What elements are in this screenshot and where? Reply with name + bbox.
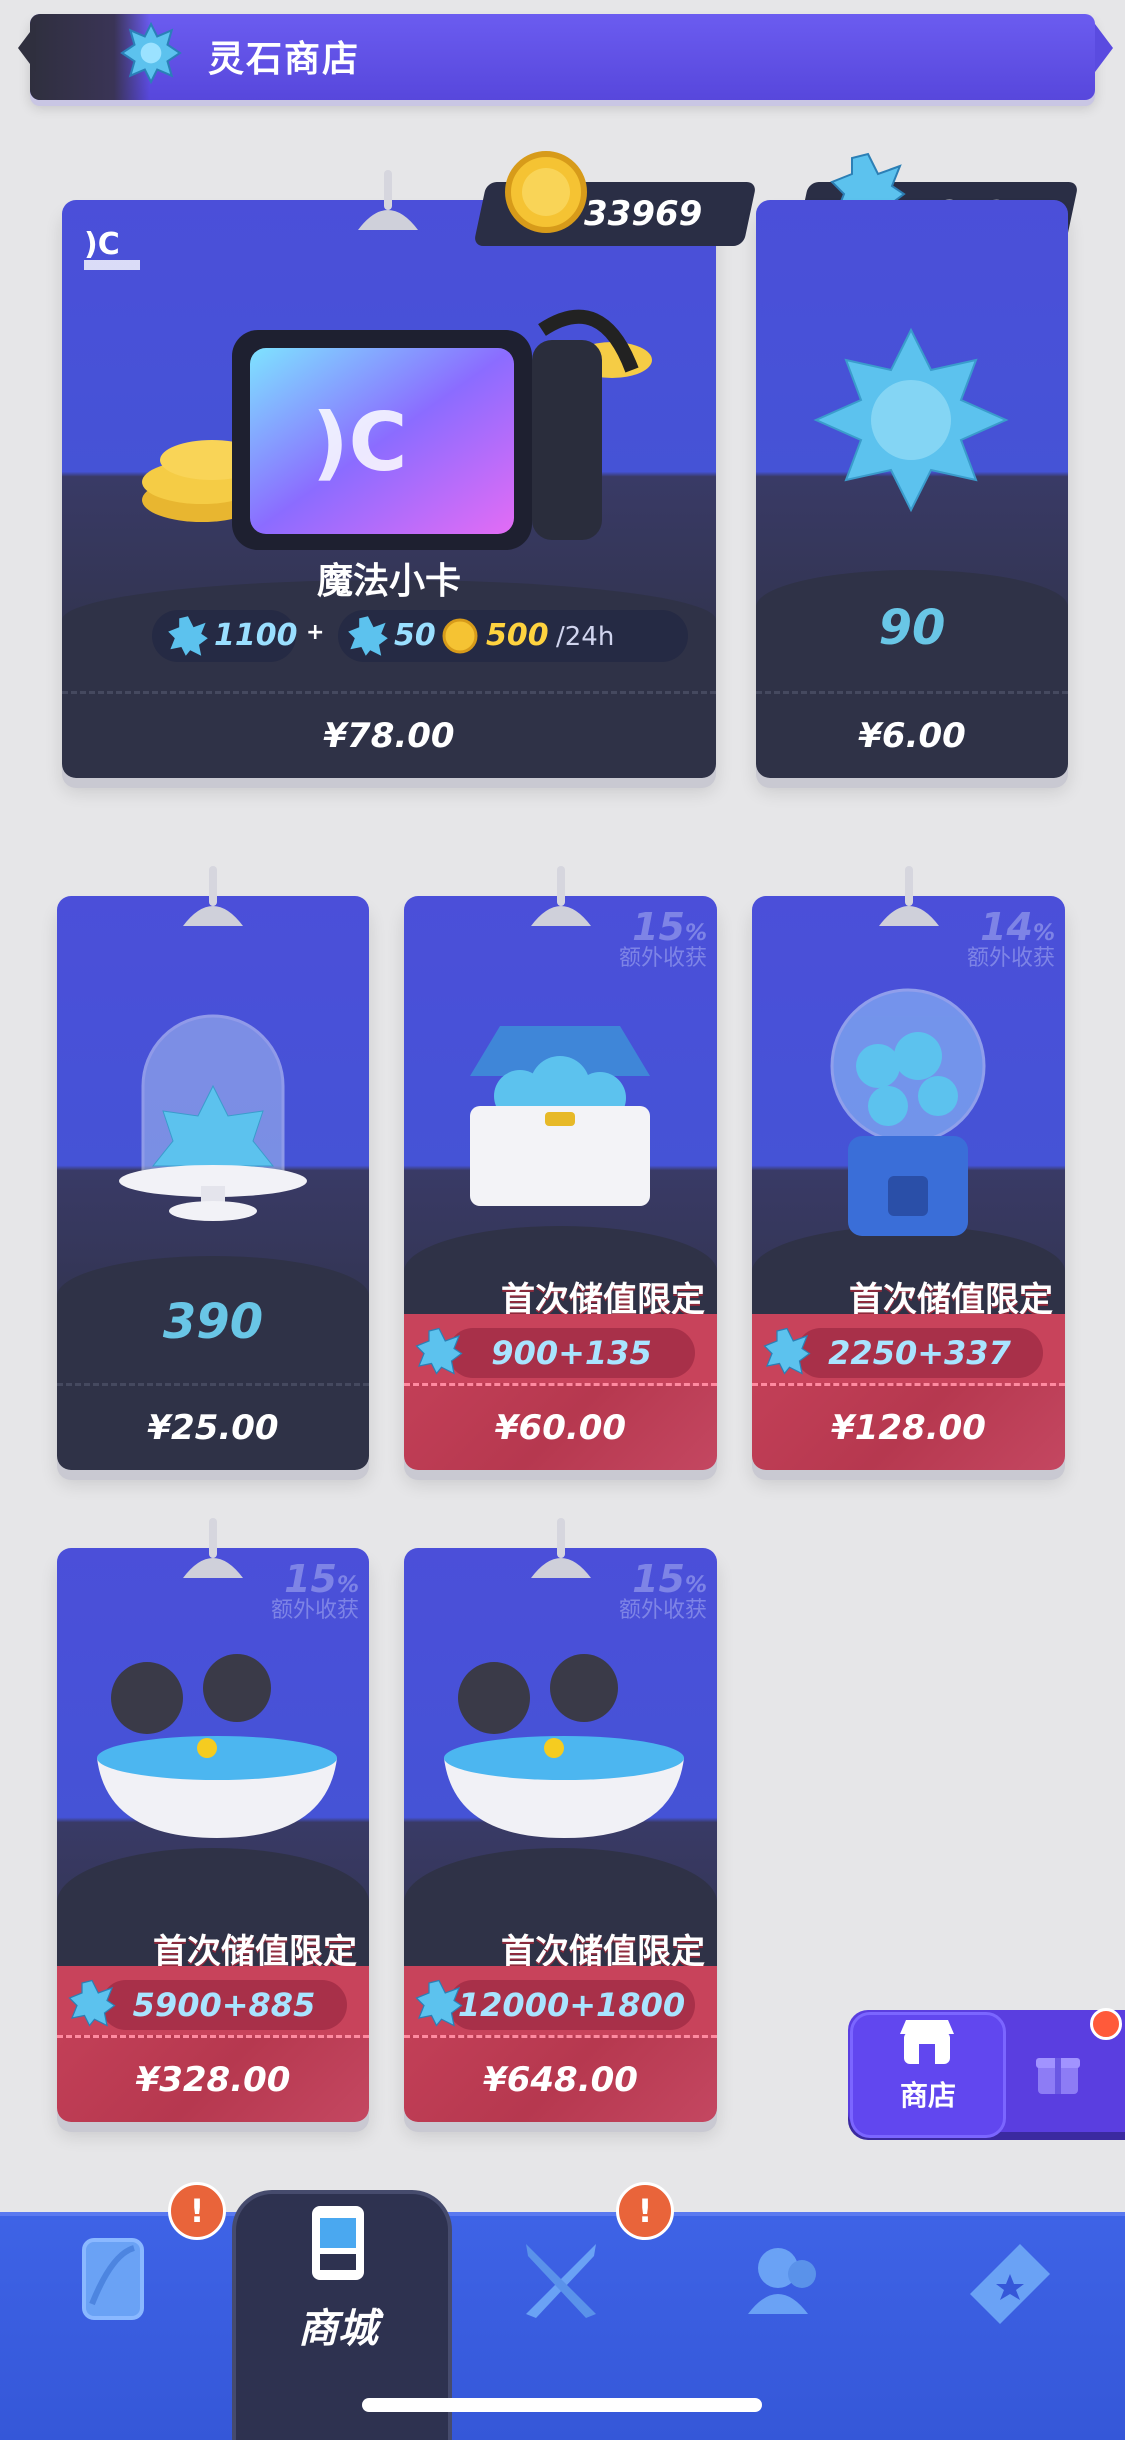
price-label: ¥6.00: [756, 691, 1068, 778]
gem-bathtub-illustration: [444, 1654, 684, 1838]
page-title: 灵石商店: [208, 39, 361, 80]
bonus-badge: 15% 额外收获: [618, 1557, 707, 1623]
offer-amount: 5900+885: [101, 1980, 347, 2030]
gem-icon: [68, 1979, 116, 2027]
price-label: ¥128.00: [752, 1383, 1065, 1470]
hanger-clip-icon: [531, 866, 591, 926]
notification-dot: [1090, 2008, 1122, 2040]
daus-logo-icon: )C: [84, 227, 140, 270]
product-card-390[interactable]: 390 ¥25.00: [57, 896, 369, 1470]
shop-tab-label: 商店: [899, 2079, 956, 2112]
gem-icon: [415, 1979, 463, 2027]
offer-amount: 900+135: [448, 1328, 695, 1378]
price-label: ¥78.00: [62, 691, 716, 778]
daily-gem-amount: 50: [394, 618, 436, 653]
bonus-badge: 15% 额外收获: [270, 1557, 359, 1623]
shop-header-banner: [30, 14, 1095, 100]
gem-gumball-machine-illustration: [830, 988, 986, 1236]
bonus-badge: 14% 额外收获: [966, 905, 1055, 971]
product-card-12000[interactable]: 15% 额外收获 首次储值限定 12000+1800 ¥648.00: [404, 1548, 717, 2122]
coin-icon: [505, 151, 587, 233]
hanger-clip-icon: [358, 170, 418, 230]
product-card-90[interactable]: 90 ¥6.00: [756, 200, 1068, 778]
nav-alert-badge: !: [168, 2182, 226, 2240]
price-label: ¥328.00: [57, 2035, 369, 2122]
plus-sign: +: [306, 620, 325, 645]
hanger-clip-icon: [879, 866, 939, 926]
offer-amount: 2250+337: [796, 1328, 1043, 1378]
daily-coin-amount: 500: [486, 618, 549, 653]
gem-icon: [763, 1327, 811, 1375]
nav-tab-mall-label: 商城: [298, 2306, 378, 2352]
gem-amount: 390: [162, 1294, 264, 1350]
svg-text:)C: )C: [84, 227, 120, 262]
coin-icon: [442, 618, 478, 654]
magic-card-device-illustration: )C: [142, 309, 652, 550]
price-label: ¥648.00: [404, 2035, 717, 2122]
gem-icon: [168, 616, 208, 656]
friends-icon[interactable]: [740, 2234, 830, 2324]
ticket-icon[interactable]: [960, 2234, 1060, 2324]
coin-balance: 33969: [584, 194, 703, 234]
nav-alert-badge: !: [616, 2182, 674, 2240]
bonus-badge: 15% 额外收获: [618, 905, 707, 971]
price-label: ¥25.00: [57, 1383, 369, 1470]
product-card-magic-card[interactable]: )C )C 魔法小卡 1100 + 50 500 /24h ¥78.00: [62, 200, 716, 778]
daily-unit: /24h: [556, 622, 615, 652]
hanger-clip-icon: [531, 1518, 591, 1578]
banner-left-fold: [18, 24, 36, 72]
gem-amount: 90: [878, 600, 946, 656]
product-card-2250[interactable]: 14% 额外收获 首次储值限定 2250+337 ¥128.00: [752, 896, 1065, 1470]
first-purchase-offer-bar: 5900+885: [57, 1966, 369, 2042]
storefront-icon: [900, 2020, 954, 2064]
svg-text:)C: )C: [312, 396, 407, 489]
card-icon[interactable]: [78, 2234, 148, 2324]
offer-amount: 12000+1800: [448, 1980, 695, 2030]
home-indicator[interactable]: [362, 2398, 762, 2412]
gem-icon: [348, 616, 388, 656]
gift-icon[interactable]: [1034, 2046, 1082, 2096]
product-card-900[interactable]: 15% 额外收获 首次储值限定 900+135 ¥60.00: [404, 896, 717, 1470]
swords-icon[interactable]: [516, 2234, 606, 2324]
product-name: 魔法小卡: [316, 561, 461, 602]
first-purchase-offer-bar: 2250+337: [752, 1314, 1065, 1390]
first-purchase-offer-bar: 900+135: [404, 1314, 717, 1390]
price-label: ¥60.00: [404, 1383, 717, 1470]
first-purchase-offer-bar: 12000+1800: [404, 1966, 717, 2042]
banner-right-fold: [1095, 24, 1113, 72]
gem-pile-illustration: [813, 327, 1009, 513]
gem-bathtub-illustration: [97, 1654, 337, 1838]
spirit-stone-icon: [120, 22, 182, 84]
gem-dome-illustration: [119, 1014, 307, 1221]
product-card-5900[interactable]: 15% 额外收获 首次储值限定 5900+885 ¥328.00: [57, 1548, 369, 2122]
gem-chest-illustration: [470, 1026, 650, 1206]
gem-icon: [415, 1327, 463, 1375]
hanger-clip-icon: [183, 866, 243, 926]
mall-icon: [312, 2206, 364, 2280]
hanger-clip-icon: [183, 1518, 243, 1578]
gem-reward-amount: 1100: [214, 618, 298, 653]
